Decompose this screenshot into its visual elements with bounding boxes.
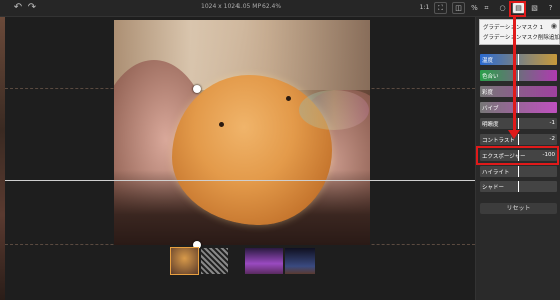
- slider-label: バイブ: [482, 106, 499, 112]
- slider-knob[interactable]: [518, 166, 519, 177]
- brush-mask-icon[interactable]: ▧: [528, 2, 541, 14]
- slider-saturation[interactable]: 彩度: [480, 86, 557, 97]
- gradient-center-line[interactable]: [5, 180, 475, 181]
- fit-screen-icon[interactable]: ⛶: [434, 2, 447, 14]
- slider-shadows[interactable]: シャドー: [480, 181, 557, 192]
- compare-icon[interactable]: ◫: [452, 2, 465, 14]
- slider-value: -1: [549, 120, 555, 126]
- egg-eye-left: [219, 122, 224, 127]
- radial-mask-icon[interactable]: ○: [496, 2, 509, 14]
- reset-button[interactable]: リセット: [480, 203, 557, 214]
- highlight-box-exposure: [476, 146, 559, 165]
- slider-tint[interactable]: 色合い: [480, 70, 557, 81]
- slider-vibrance[interactable]: バイブ: [480, 102, 557, 113]
- mask-dropdown[interactable]: グラデーションマスク 1 グラデーションマスク削除追加 ◉: [479, 19, 560, 45]
- actual-size-button[interactable]: 1:1: [418, 2, 431, 14]
- slider-knob[interactable]: [518, 102, 519, 113]
- slider-clarity[interactable]: 明瞭度 -1: [480, 118, 557, 129]
- slider-highlights[interactable]: ハイライト: [480, 166, 557, 177]
- annotation-arrow-head: [508, 130, 520, 139]
- egg-eye-right: [286, 96, 291, 101]
- annotation-arrow-line: [513, 16, 516, 132]
- filmstrip: [5, 246, 475, 300]
- eye-icon[interactable]: ◉: [551, 22, 557, 30]
- highlight-box-mask-icon: [509, 1, 526, 17]
- thumbnail-egg[interactable]: [170, 247, 199, 275]
- mask-option-2[interactable]: グラデーションマスク削除追加: [483, 33, 560, 41]
- slider-knob[interactable]: [518, 54, 519, 65]
- slider-label: ハイライト: [482, 170, 510, 176]
- thumbnail-bw[interactable]: [201, 248, 228, 274]
- top-toolbar: ↶ ↷ 1024 x 1024 1.05 MP 62.4% 1:1 ⛶ ◫ % …: [0, 0, 560, 17]
- crop-icon[interactable]: ⌗: [480, 2, 493, 14]
- image-megapixels: 1.05 MP: [237, 3, 262, 10]
- thumbnail-night[interactable]: [285, 248, 315, 274]
- image-dimensions: 1024 x 1024: [201, 3, 239, 10]
- slider-label: シャドー: [482, 185, 505, 191]
- undo-icon[interactable]: ↶: [12, 2, 24, 14]
- slider-label: 色合い: [482, 74, 499, 80]
- thumbnail-purple[interactable]: [245, 248, 283, 274]
- slider-label: 彩度: [482, 90, 494, 96]
- redo-icon[interactable]: ↷: [26, 2, 38, 14]
- gradient-top-handle[interactable]: [193, 85, 201, 93]
- help-button[interactable]: ?: [544, 2, 557, 14]
- slider-label: 温度: [482, 58, 494, 64]
- photo-glare: [299, 90, 369, 130]
- slider-temperature[interactable]: 温度: [480, 54, 557, 65]
- slider-knob[interactable]: [518, 181, 519, 192]
- slider-knob[interactable]: [518, 86, 519, 97]
- slider-knob[interactable]: [518, 70, 519, 81]
- slider-label: 明瞭度: [482, 122, 499, 128]
- zoom-level: 62.4%: [262, 3, 282, 10]
- photo-canvas[interactable]: [114, 20, 370, 245]
- slider-knob[interactable]: [518, 118, 519, 129]
- slider-value: -2: [549, 136, 555, 142]
